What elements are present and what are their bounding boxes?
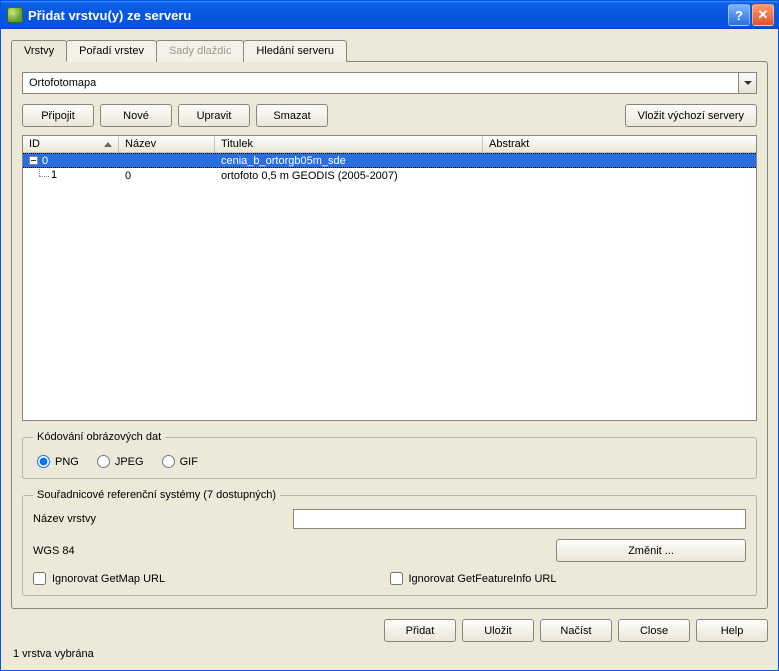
layer-name-label: Název vrstvy: [33, 513, 293, 525]
table-row[interactable]: 0cenia_b_ortorgb05m_sde: [23, 153, 756, 168]
radio-gif-input[interactable]: [162, 455, 175, 468]
col-header-name[interactable]: Název: [119, 136, 215, 152]
delete-button[interactable]: Smazat: [256, 104, 328, 127]
ignore-getfeatureinfo-input[interactable]: [390, 572, 403, 585]
tab-layers[interactable]: Vrstvy: [11, 40, 67, 62]
tree-branch-icon: [35, 170, 51, 182]
ignore-getmap-checkbox[interactable]: Ignorovat GetMap URL: [33, 572, 390, 585]
tab-layer-order[interactable]: Pořadí vrstev: [66, 40, 157, 62]
ignore-getfeatureinfo-checkbox[interactable]: Ignorovat GetFeatureInfo URL: [390, 572, 747, 585]
crs-legend: Souřadnicové referenční systémy (7 dostu…: [33, 489, 280, 501]
encoding-legend: Kódování obrázových dat: [33, 431, 165, 443]
ignore-getmap-input[interactable]: [33, 572, 46, 585]
connect-button[interactable]: Připojit: [22, 104, 94, 127]
col-header-id[interactable]: ID: [23, 136, 119, 152]
radio-png[interactable]: PNG: [37, 455, 79, 468]
tab-panel-layers: Ortofotomapa Připojit Nové Upravit Smaza…: [11, 61, 768, 609]
add-button[interactable]: Přidat: [384, 619, 456, 642]
radio-jpeg[interactable]: JPEG: [97, 455, 144, 468]
titlebar-help-button[interactable]: ?: [728, 4, 750, 26]
chevron-down-icon[interactable]: [738, 73, 756, 93]
help-button[interactable]: Help: [696, 619, 768, 642]
connection-toolbar: Připojit Nové Upravit Smazat Vložit vých…: [22, 104, 757, 127]
crs-change-button[interactable]: Změnit ...: [556, 539, 746, 562]
app-icon: [7, 7, 23, 23]
dialog-buttons: Přidat Uložit Načíst Close Help: [11, 609, 768, 648]
new-button[interactable]: Nové: [100, 104, 172, 127]
layers-table: ID Název Titulek Abstrakt 0cenia_b_ortor…: [22, 135, 757, 421]
edit-button[interactable]: Upravit: [178, 104, 250, 127]
table-header: ID Název Titulek Abstrakt: [23, 136, 756, 153]
col-header-abstract[interactable]: Abstrakt: [483, 136, 756, 152]
table-body: 0cenia_b_ortorgb05m_sde10ortofoto 0,5 m …: [23, 153, 756, 420]
close-button[interactable]: Close: [618, 619, 690, 642]
tab-server-search[interactable]: Hledání serveru: [243, 40, 347, 62]
radio-gif[interactable]: GIF: [162, 455, 198, 468]
radio-jpeg-input[interactable]: [97, 455, 110, 468]
crs-group: Souřadnicové referenční systémy (7 dostu…: [22, 489, 757, 596]
radio-png-input[interactable]: [37, 455, 50, 468]
tree-collapse-icon[interactable]: [29, 156, 38, 165]
save-button[interactable]: Uložit: [462, 619, 534, 642]
load-button[interactable]: Načíst: [540, 619, 612, 642]
titlebar: Přidat vrstvu(y) ze serveru ? ✕: [1, 1, 778, 29]
col-header-title[interactable]: Titulek: [215, 136, 483, 152]
server-combo[interactable]: Ortofotomapa: [22, 72, 757, 94]
content-area: Vrstvy Pořadí vrstev Sady dlaždic Hledán…: [1, 29, 778, 670]
crs-current-label: WGS 84: [33, 545, 556, 557]
titlebar-close-button[interactable]: ✕: [752, 4, 774, 26]
dialog-window: Přidat vrstvu(y) ze serveru ? ✕ Vrstvy P…: [0, 0, 779, 671]
layer-name-input[interactable]: [293, 509, 746, 529]
server-combo-value: Ortofotomapa: [23, 77, 738, 89]
tabs: Vrstvy Pořadí vrstev Sady dlaždic Hledán…: [11, 40, 768, 62]
table-row[interactable]: 10ortofoto 0,5 m GEODIS (2005-2007): [23, 168, 756, 183]
tab-tilesets: Sady dlaždic: [156, 40, 244, 62]
encoding-group: Kódování obrázových dat PNG JPEG GIF: [22, 431, 757, 479]
load-default-servers-button[interactable]: Vložit výchozí servery: [625, 104, 757, 127]
window-title: Přidat vrstvu(y) ze serveru: [28, 8, 728, 23]
status-text: 1 vrstva vybrána: [11, 648, 768, 664]
